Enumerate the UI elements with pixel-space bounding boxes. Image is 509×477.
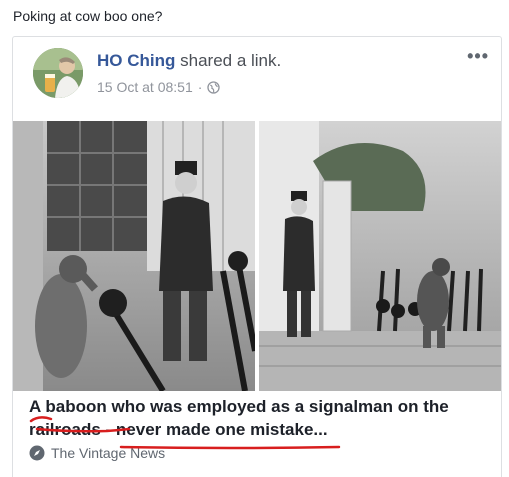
author-avatar[interactable]	[33, 48, 83, 98]
post-timestamp[interactable]: 15 Oct at 08:51	[97, 79, 193, 95]
post-header: HO Ching shared a link.	[97, 51, 281, 71]
link-preview-text[interactable]: A baboon who was employed as a signalman…	[29, 395, 489, 461]
baboon-signalman-photo	[13, 121, 501, 393]
post-action-text: shared a link.	[180, 51, 282, 70]
meta-separator: ·	[197, 79, 203, 95]
compass-icon	[29, 445, 45, 461]
post-caption: Poking at cow boo one?	[13, 8, 163, 24]
link-source-name: The Vintage News	[51, 445, 166, 461]
author-name-link[interactable]: HO Ching	[97, 51, 175, 70]
link-preview-image[interactable]	[13, 121, 501, 393]
shared-post-card: HO Ching shared a link. 15 Oct at 08:51 …	[12, 36, 502, 477]
link-source[interactable]: The Vintage News	[29, 445, 489, 461]
avatar-photo	[33, 48, 83, 98]
link-headline[interactable]: A baboon who was employed as a signalman…	[29, 395, 489, 441]
more-options-icon[interactable]: •••	[467, 47, 489, 65]
post-meta: 15 Oct at 08:51 ·	[97, 79, 221, 95]
globe-icon[interactable]	[207, 80, 221, 94]
